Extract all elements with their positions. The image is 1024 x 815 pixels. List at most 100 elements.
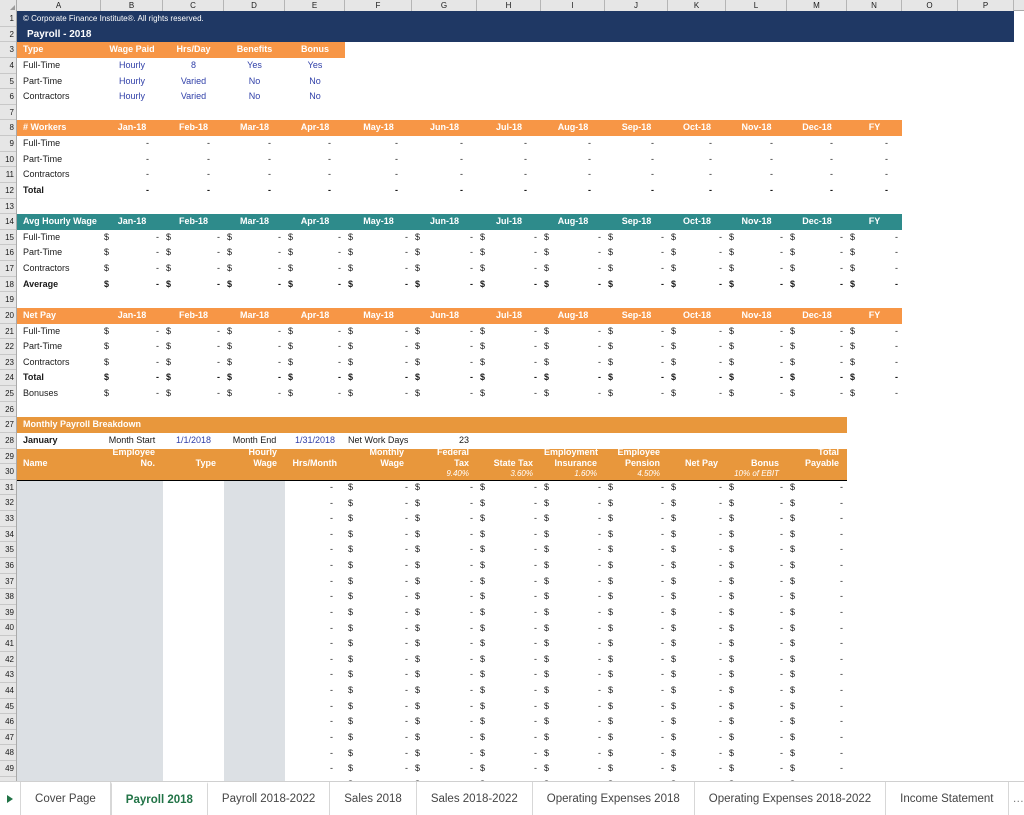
- breakdown-employee-pension[interactable]: $-: [605, 699, 668, 715]
- cell-part-time-fy[interactable]: -: [847, 152, 902, 168]
- breakdown-name-input[interactable]: [17, 480, 101, 496]
- cell-average-may-18[interactable]: $-: [345, 277, 412, 293]
- breakdown-hourly-wage-input[interactable]: [224, 699, 285, 715]
- breakdown-federal-tax[interactable]: $-: [412, 621, 477, 637]
- breakdown-state-tax[interactable]: $-: [477, 480, 541, 496]
- row-header-36[interactable]: 36: [0, 558, 16, 574]
- cell-full-time-nov-18[interactable]: $-: [726, 230, 787, 246]
- column-header-d[interactable]: D: [224, 0, 285, 11]
- cell-full-time-apr-18[interactable]: -: [285, 136, 345, 152]
- breakdown-employment-insurance[interactable]: $-: [541, 636, 605, 652]
- cell-part-time-jun-18[interactable]: -: [412, 152, 477, 168]
- cell-part-time-jan-18[interactable]: $-: [101, 245, 163, 261]
- row-header-46[interactable]: 46: [0, 714, 16, 730]
- cell-average-jun-18[interactable]: $-: [412, 277, 477, 293]
- breakdown-total-payable[interactable]: $-: [787, 636, 847, 652]
- breakdown-hrs-month[interactable]: -: [285, 730, 345, 746]
- breakdown-net-pay[interactable]: $-: [668, 542, 726, 558]
- cell-full-time-aug-18[interactable]: -: [541, 136, 605, 152]
- breakdown-net-pay[interactable]: $-: [668, 730, 726, 746]
- breakdown-total-payable[interactable]: $-: [787, 542, 847, 558]
- row-header-35[interactable]: 35: [0, 542, 16, 558]
- cell-total-aug-18[interactable]: $-: [541, 370, 605, 386]
- cell-total-jan-18[interactable]: $-: [101, 370, 163, 386]
- breakdown-state-tax[interactable]: $-: [477, 558, 541, 574]
- breakdown-bonus[interactable]: $-: [726, 761, 787, 777]
- breakdown-monthly-wage[interactable]: $-: [345, 527, 412, 543]
- worker-type-wage-paid[interactable]: Hourly: [101, 89, 163, 105]
- cell-contractors-apr-18[interactable]: -: [285, 167, 345, 183]
- worker-type-benefits[interactable]: No: [224, 89, 285, 105]
- cell-contractors-aug-18[interactable]: $-: [541, 261, 605, 277]
- breakdown-type-input[interactable]: [163, 621, 224, 637]
- breakdown-name-input[interactable]: [17, 699, 101, 715]
- breakdown-employment-insurance[interactable]: $-: [541, 746, 605, 762]
- cell-bonuses-mar-18[interactable]: $-: [224, 386, 285, 402]
- cell-part-time-jul-18[interactable]: -: [477, 152, 541, 168]
- cell-part-time-nov-18[interactable]: -: [726, 152, 787, 168]
- row-header-23[interactable]: 23: [0, 355, 16, 371]
- cell-full-time-fy[interactable]: -: [847, 136, 902, 152]
- breakdown-hrs-month[interactable]: -: [285, 605, 345, 621]
- cell-full-time-nov-18[interactable]: $-: [726, 324, 787, 340]
- cell-full-time-dec-18[interactable]: $-: [787, 324, 847, 340]
- breakdown-bonus[interactable]: $-: [726, 496, 787, 512]
- breakdown-bonus[interactable]: $-: [726, 574, 787, 590]
- cell-full-time-jan-18[interactable]: -: [101, 136, 163, 152]
- breakdown-name-input[interactable]: [17, 558, 101, 574]
- cell-bonuses-jun-18[interactable]: $-: [412, 386, 477, 402]
- cell-total-aug-18[interactable]: -: [541, 183, 605, 199]
- cell-total-sep-18[interactable]: -: [605, 183, 668, 199]
- cell-grid[interactable]: © Corporate Finance Institute®. All righ…: [17, 11, 1024, 781]
- cell-full-time-fy[interactable]: $-: [847, 230, 902, 246]
- cell-part-time-sep-18[interactable]: $-: [605, 339, 668, 355]
- row-header-18[interactable]: 18: [0, 277, 16, 293]
- breakdown-federal-tax[interactable]: $-: [412, 589, 477, 605]
- breakdown-employment-insurance[interactable]: $-: [541, 558, 605, 574]
- breakdown-empno-input[interactable]: [101, 589, 163, 605]
- breakdown-federal-tax[interactable]: $-: [412, 667, 477, 683]
- breakdown-state-tax[interactable]: $-: [477, 636, 541, 652]
- breakdown-federal-tax[interactable]: $-: [412, 699, 477, 715]
- breakdown-state-tax[interactable]: $-: [477, 605, 541, 621]
- column-header-p[interactable]: P: [958, 0, 1014, 11]
- breakdown-employee-pension[interactable]: $-: [605, 730, 668, 746]
- cell-part-time-jan-18[interactable]: $-: [101, 339, 163, 355]
- row-header-15[interactable]: 15: [0, 230, 16, 246]
- cell-total-jun-18[interactable]: $-: [412, 370, 477, 386]
- column-header-m[interactable]: M: [787, 0, 847, 11]
- row-header-7[interactable]: 7: [0, 105, 16, 121]
- row-header-8[interactable]: 8: [0, 120, 16, 136]
- breakdown-type-input[interactable]: [163, 730, 224, 746]
- cell-contractors-oct-18[interactable]: -: [668, 167, 726, 183]
- cell-total-fy[interactable]: $-: [847, 370, 902, 386]
- breakdown-employee-pension[interactable]: $-: [605, 714, 668, 730]
- breakdown-bonus[interactable]: $-: [726, 683, 787, 699]
- row-header-41[interactable]: 41: [0, 636, 16, 652]
- cell-part-time-mar-18[interactable]: -: [224, 152, 285, 168]
- breakdown-hrs-month[interactable]: -: [285, 683, 345, 699]
- cell-average-mar-18[interactable]: $-: [224, 277, 285, 293]
- cell-bonuses-nov-18[interactable]: $-: [726, 386, 787, 402]
- breakdown-total-payable[interactable]: $-: [787, 558, 847, 574]
- row-header-16[interactable]: 16: [0, 245, 16, 261]
- cell-contractors-sep-18[interactable]: $-: [605, 261, 668, 277]
- row-header-6[interactable]: 6: [0, 89, 16, 105]
- cell-total-jun-18[interactable]: -: [412, 183, 477, 199]
- spreadsheet-canvas[interactable]: ABCDEFGHIJKLMNOP 12345678910111213141516…: [0, 0, 1024, 815]
- breakdown-federal-tax[interactable]: $-: [412, 527, 477, 543]
- cell-total-fy[interactable]: -: [847, 183, 902, 199]
- breakdown-monthly-wage[interactable]: $-: [345, 730, 412, 746]
- cell-contractors-jan-18[interactable]: $-: [101, 355, 163, 371]
- breakdown-net-pay[interactable]: $-: [668, 746, 726, 762]
- breakdown-employment-insurance[interactable]: $-: [541, 667, 605, 683]
- column-header-j[interactable]: J: [605, 0, 668, 11]
- breakdown-federal-tax[interactable]: $-: [412, 714, 477, 730]
- cell-bonuses-aug-18[interactable]: $-: [541, 386, 605, 402]
- cell-full-time-sep-18[interactable]: -: [605, 136, 668, 152]
- breakdown-type-input[interactable]: [163, 699, 224, 715]
- breakdown-hrs-month[interactable]: -: [285, 699, 345, 715]
- breakdown-empno-input[interactable]: [101, 714, 163, 730]
- breakdown-type-input[interactable]: [163, 683, 224, 699]
- breakdown-empno-input[interactable]: [101, 652, 163, 668]
